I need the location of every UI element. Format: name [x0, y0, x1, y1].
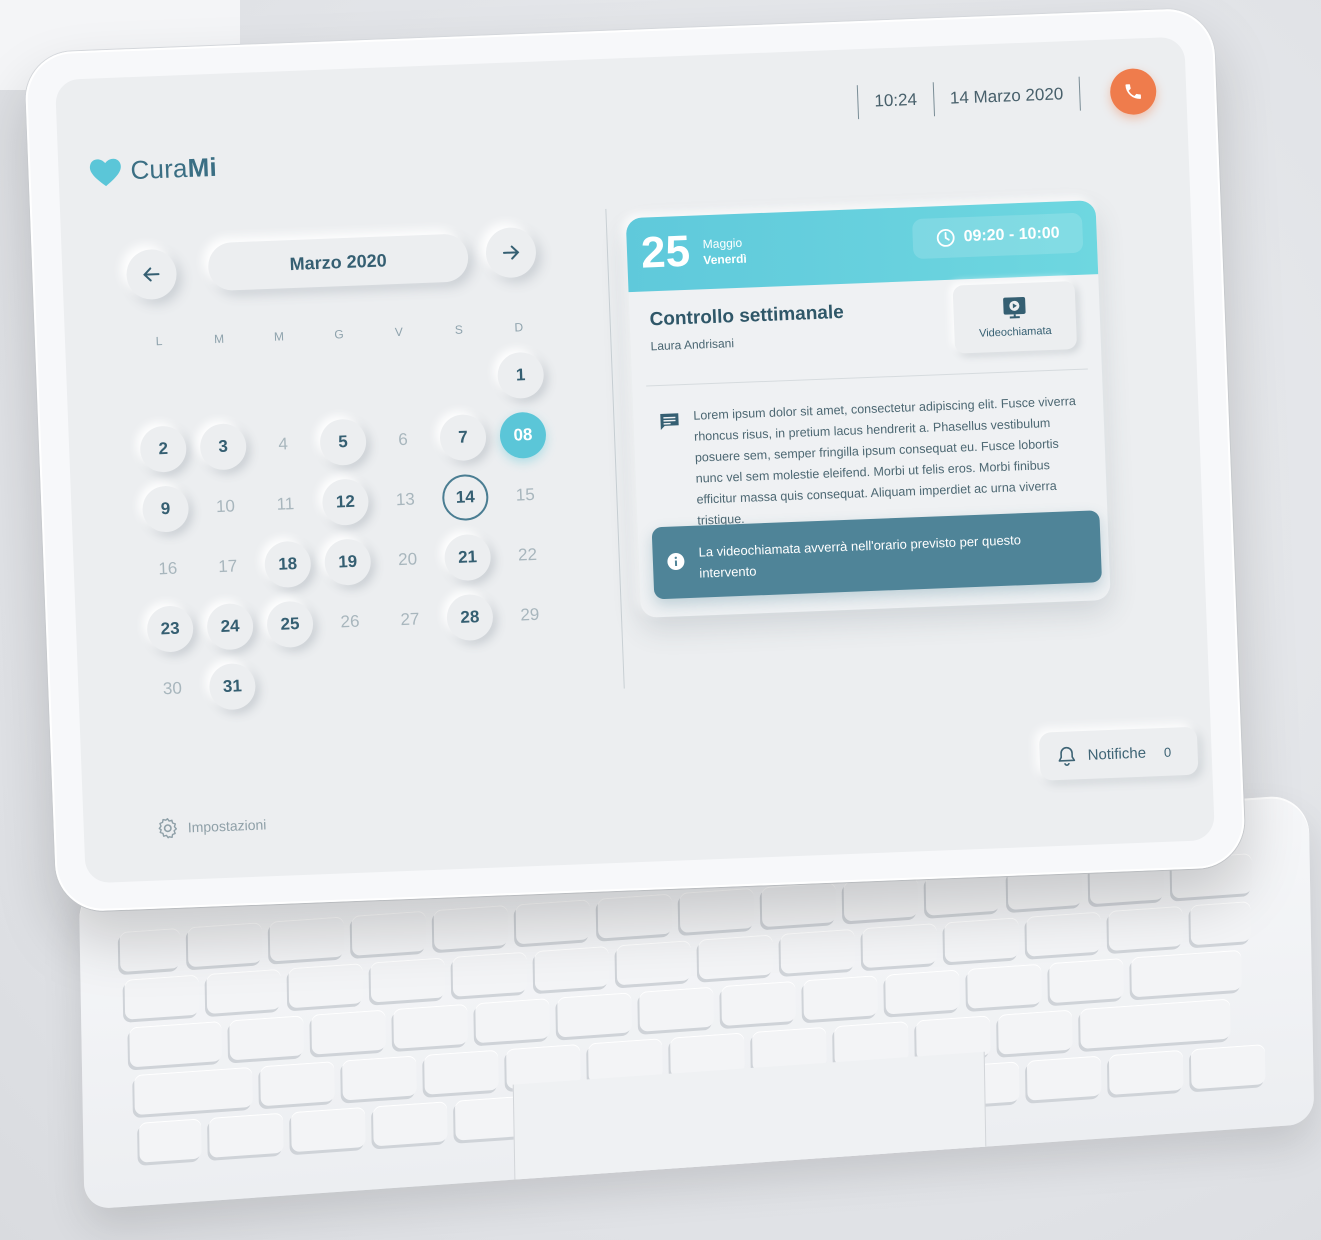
- calendar-day[interactable]: 3: [199, 422, 248, 471]
- calendar-day[interactable]: 6: [379, 416, 427, 464]
- column-divider: [605, 208, 625, 689]
- calendar-day[interactable]: 30: [149, 665, 197, 713]
- calendar-day[interactable]: 26: [326, 598, 374, 646]
- app-logo: CuraMi: [88, 152, 218, 188]
- calendar-day[interactable]: 08: [499, 411, 547, 460]
- calendar-day[interactable]: 20: [384, 536, 432, 584]
- gear-icon: [158, 818, 178, 839]
- settings-button[interactable]: Impostazioni: [155, 812, 267, 840]
- camera-dot: [55, 508, 61, 514]
- calendar-day[interactable]: 24: [206, 602, 254, 651]
- month-label: Marzo 2020: [207, 233, 470, 292]
- notifications-button[interactable]: Notifiche 0: [1038, 726, 1199, 781]
- calendar-day[interactable]: 23: [146, 605, 195, 653]
- divider: [1078, 76, 1081, 111]
- clock-icon: [936, 229, 955, 247]
- heart-icon: [89, 158, 121, 186]
- phone-icon: [1125, 84, 1141, 99]
- call-button[interactable]: [1109, 67, 1158, 116]
- current-date: 14 Marzo 2020: [949, 84, 1064, 108]
- appointment-time: 09:20 - 10:00: [911, 212, 1084, 260]
- calendar-day[interactable]: 14: [441, 473, 490, 522]
- weekday-label: M: [273, 329, 285, 344]
- calendar-day[interactable]: 27: [386, 596, 434, 644]
- app-screen: CuraMi 10:24 14 Marzo 2020 Marzo 2020 L …: [54, 36, 1216, 884]
- weekday-label: S: [454, 322, 464, 337]
- calendar-day[interactable]: 12: [321, 478, 370, 527]
- calendar-day[interactable]: 22: [504, 531, 552, 579]
- calendar-day[interactable]: 29: [506, 591, 554, 639]
- message-icon: [660, 413, 679, 430]
- calendar-day[interactable]: 2: [139, 425, 188, 473]
- clock-time: 10:24: [874, 89, 918, 111]
- appointment-header: 25 Maggio Venerdì 09:20 - 10:00: [625, 200, 1099, 293]
- notifications-label: Notifiche: [1087, 744, 1147, 764]
- calendar-day[interactable]: 19: [323, 538, 372, 586]
- settings-label: Impostazioni: [187, 816, 267, 836]
- tablet: CuraMi 10:24 14 Marzo 2020 Marzo 2020 L …: [23, 7, 1247, 913]
- weekday-label: L: [155, 334, 163, 349]
- video-call-label: Videochiamata: [978, 324, 1052, 340]
- calendar-day[interactable]: 18: [263, 540, 312, 589]
- calendar-day[interactable]: 11: [262, 481, 310, 529]
- weekday-label: V: [394, 324, 404, 340]
- info-text: La videochiamata avverrà nell'orario pre…: [698, 532, 1022, 581]
- arrow-right-icon: [502, 245, 520, 260]
- appointment-title: Controllo settimanale: [649, 301, 845, 331]
- calendar-day[interactable]: 16: [144, 545, 192, 593]
- calendar-day[interactable]: 7: [439, 413, 487, 462]
- appointment-month: Maggio: [702, 235, 743, 252]
- weekday-header: L M M G V S D: [129, 319, 549, 349]
- appointment-person: Laura Andrisani: [650, 336, 735, 354]
- arrow-left-icon: [143, 267, 160, 282]
- video-call-icon: [1003, 296, 1026, 319]
- appointment-description: Lorem ipsum dolor sit amet, consectetur …: [693, 394, 1077, 528]
- calendar-day[interactable]: 13: [381, 476, 429, 524]
- calendar-navigation: Marzo 2020: [125, 226, 557, 312]
- calendar-day[interactable]: 31: [208, 662, 257, 711]
- appointment-time-range: 09:20 - 10:00: [963, 224, 1060, 246]
- calendar-day[interactable]: 9: [141, 485, 190, 533]
- video-call-button[interactable]: Videochiamata: [952, 280, 1078, 354]
- calendar-day[interactable]: 1: [496, 351, 545, 400]
- calendar-grid: 1 2 3 4 5 6 7 08 9 10 11 12 13 14 15 16 17 18 19 20 21 22 23 24…: [130, 351, 550, 711]
- calendar-day[interactable]: 25: [266, 600, 314, 649]
- calendar-day[interactable]: 15: [501, 471, 549, 519]
- calendar-day[interactable]: 5: [319, 418, 367, 467]
- divider: [856, 85, 860, 120]
- weekday-label: G: [334, 327, 344, 342]
- weekday-label: D: [514, 320, 524, 335]
- bell-icon: [1058, 746, 1076, 766]
- weekday-label: M: [213, 331, 225, 347]
- app-name: CuraMi: [129, 151, 218, 186]
- top-bar: 10:24 14 Marzo 2020: [841, 67, 1158, 126]
- calendar-day[interactable]: 28: [446, 593, 494, 642]
- divider: [932, 82, 935, 117]
- notifications-count: 0: [1163, 744, 1172, 760]
- info-icon: [667, 553, 685, 571]
- divider: [646, 368, 1088, 387]
- appointment-weekday: Venerdì: [703, 251, 747, 268]
- calendar-day[interactable]: 17: [204, 543, 252, 591]
- appointment-day: 25: [640, 226, 691, 278]
- previous-month-button[interactable]: [125, 248, 178, 301]
- calendar-day[interactable]: 4: [259, 421, 307, 469]
- calendar-day[interactable]: 10: [202, 483, 250, 531]
- next-month-button[interactable]: [485, 226, 537, 279]
- appointment-card[interactable]: 25 Maggio Venerdì 09:20 - 10:00 Controll…: [625, 200, 1111, 618]
- calendar-day[interactable]: 21: [443, 533, 492, 582]
